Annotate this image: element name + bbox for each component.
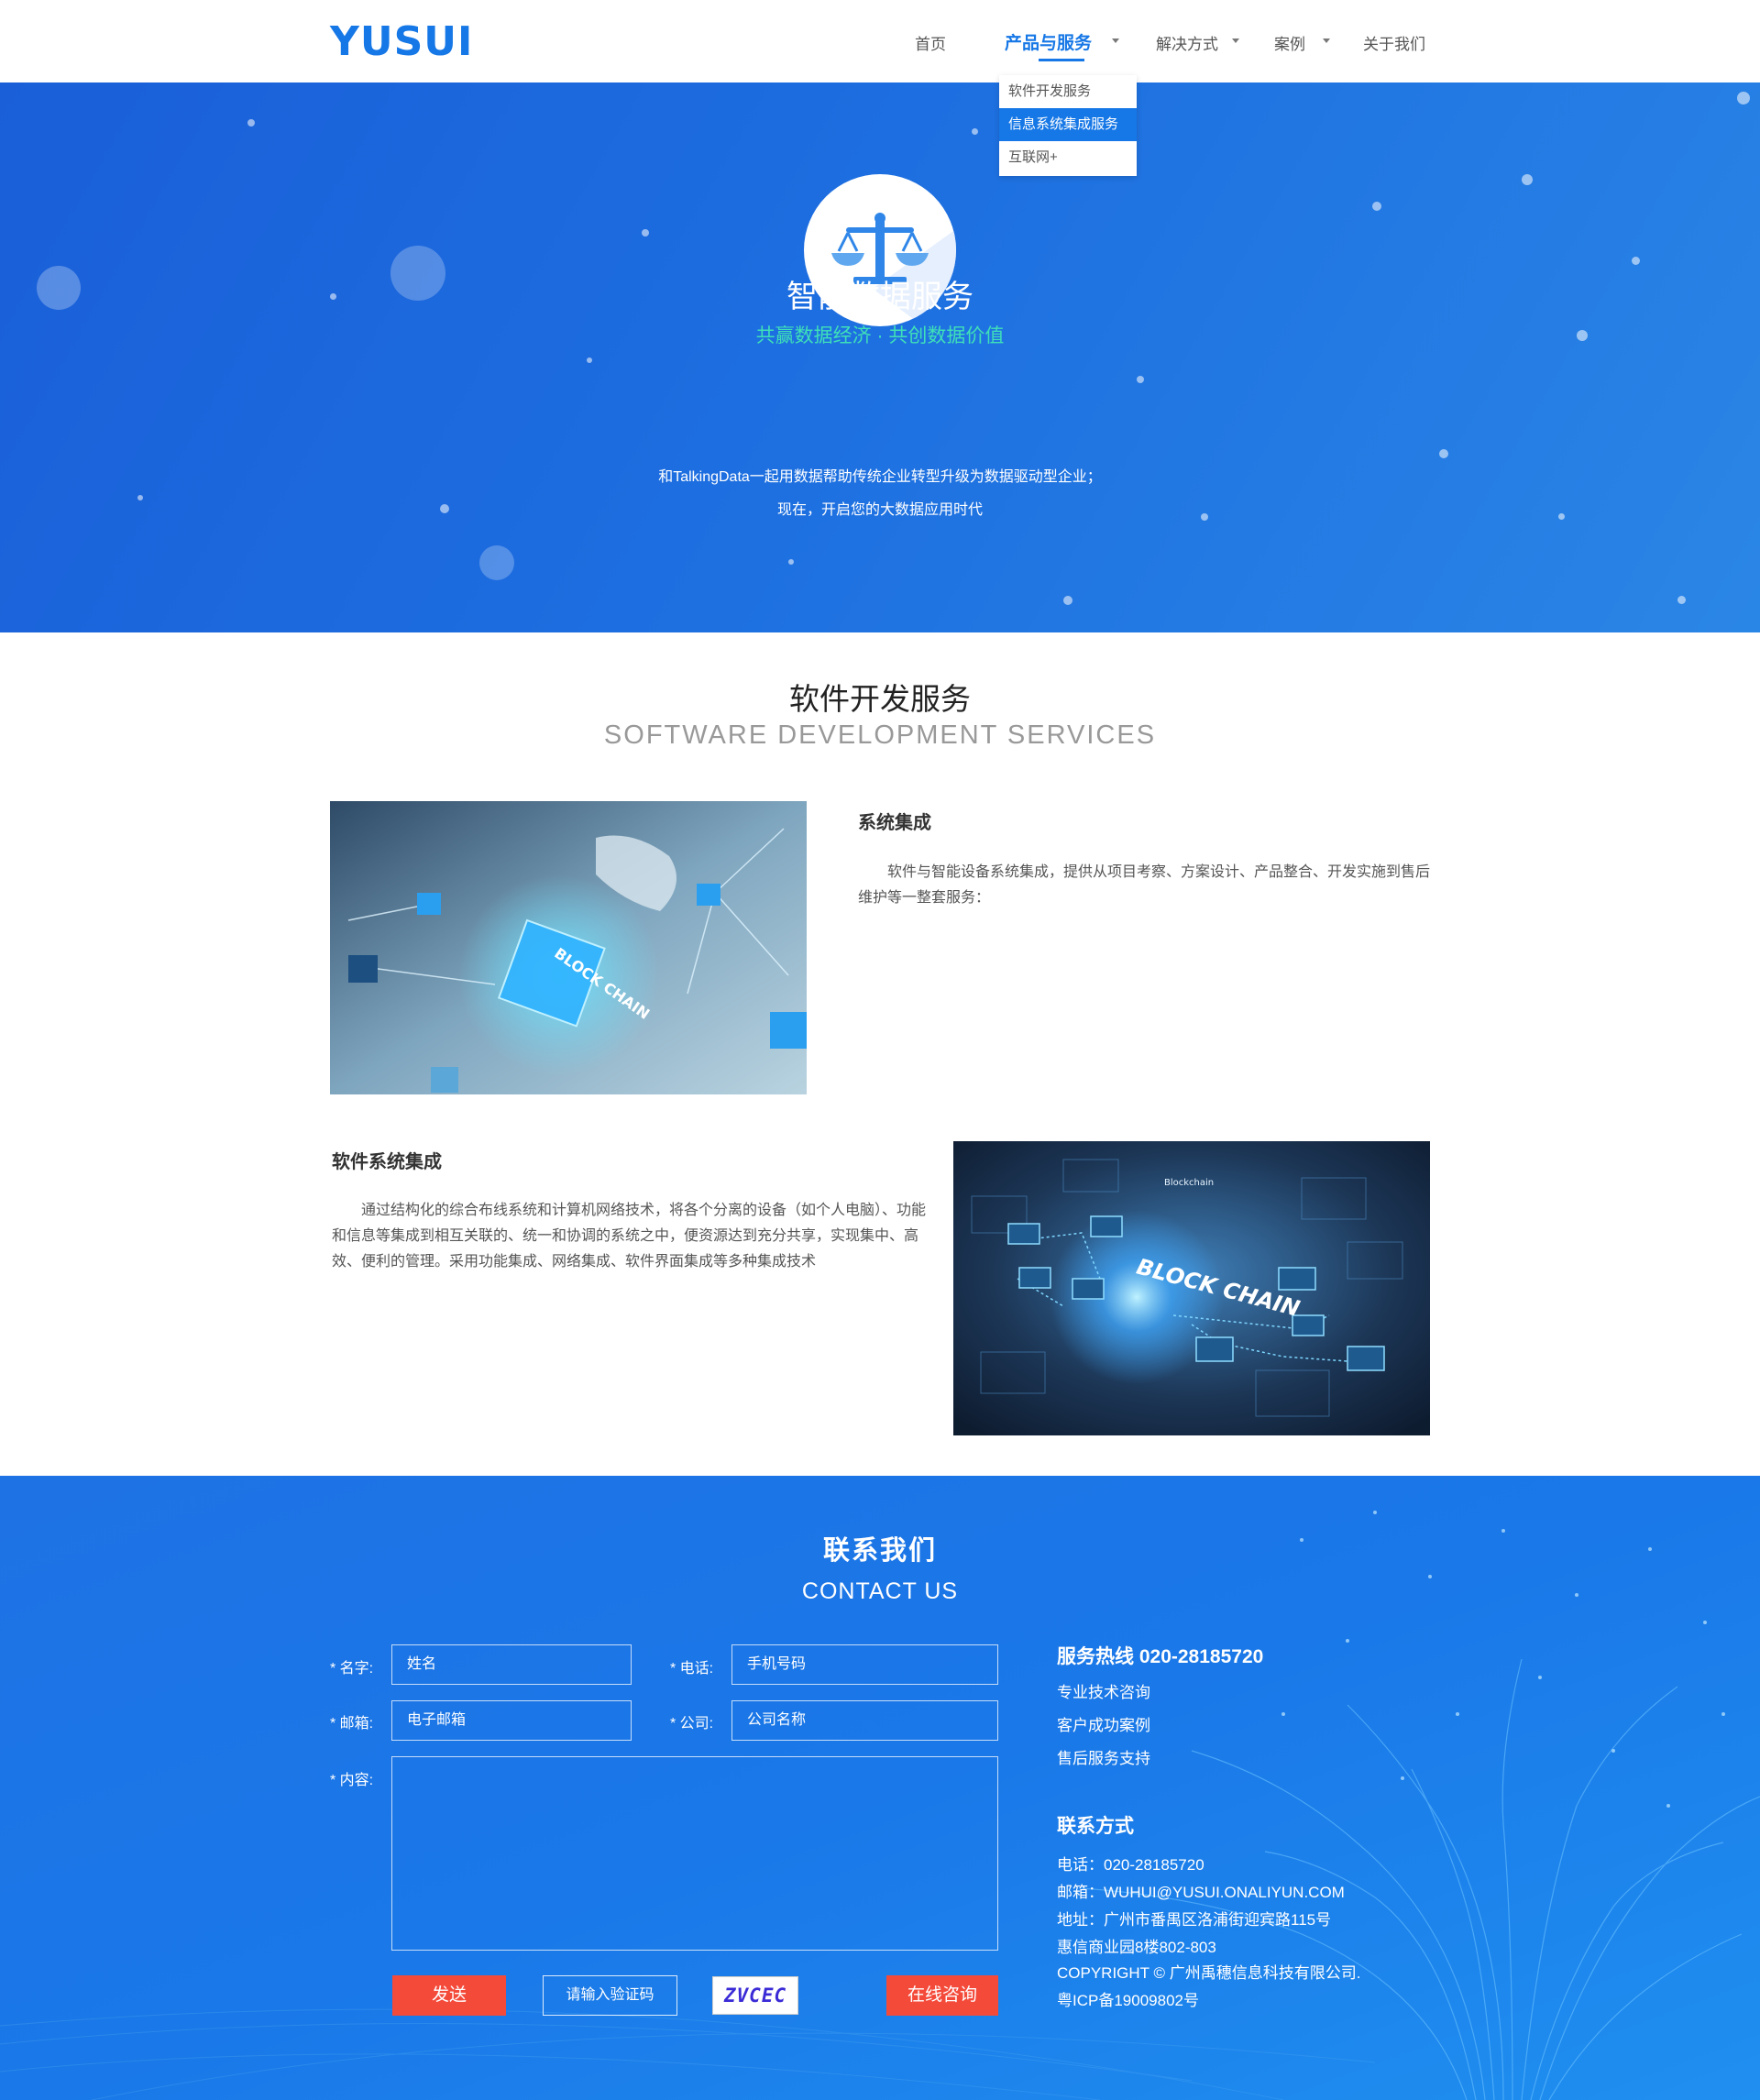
decor-dot: [587, 357, 592, 363]
phone-input[interactable]: [732, 1644, 998, 1685]
decor-dot: [1439, 449, 1448, 458]
contact-title: 联系我们: [822, 1536, 937, 1566]
email-input[interactable]: [391, 1700, 632, 1741]
name-label: * 名字:: [330, 1661, 374, 1677]
dropdown-item-software-dev[interactable]: 软件开发服务: [999, 75, 1137, 108]
blockchain-cube-image: BLOCK CHAIN: [330, 801, 807, 1094]
contact-email: 邮箱：WUHUI@YUSUI.ONALIYUN.COM: [1057, 1884, 1345, 1901]
decor-dot: [972, 128, 978, 135]
dropdown-item-system-integration[interactable]: 信息系统集成服务: [999, 108, 1137, 141]
section-subtitle: SOFTWARE DEVELOPMENT SERVICES: [603, 720, 1157, 750]
logo[interactable]: YUSUI: [330, 18, 473, 65]
chevron-down-icon: [1112, 38, 1119, 43]
contact-address: 地址：广州市番禺区洛浦街迎宾路115号: [1057, 1911, 1332, 1929]
contact-info-title: 联系方式: [1057, 1816, 1134, 1837]
company-label: * 公司:: [670, 1716, 714, 1732]
decor-dot: [642, 229, 649, 236]
decor-dot: [1522, 174, 1533, 185]
email-label: * 邮箱:: [330, 1716, 374, 1732]
phone-label: * 电话:: [670, 1661, 714, 1677]
nav-solutions[interactable]: 解决方式: [1156, 31, 1218, 54]
contact-subtitle: CONTACT US: [801, 1578, 959, 1604]
contact-phone: 电话：020-28185720: [1057, 1856, 1204, 1874]
decor-dot: [248, 119, 255, 126]
captcha-input[interactable]: 请输入验证码: [543, 1975, 677, 2016]
service-item-title: 系统集成: [858, 813, 931, 833]
hero-description-line: 和TalkingData一起用数据帮助传统企业转型升级为数据驱动型企业；: [658, 469, 1102, 485]
hero-subtitle: 共赢数据经济 · 共创数据价值: [755, 325, 1005, 346]
copyright: COPYRIGHT © 广州禹穗信息科技有限公司.: [1057, 1964, 1361, 1982]
hero-description-line: 现在，开启您的大数据应用时代: [776, 502, 983, 518]
site-header: YUSUI 首页 产品与服务 解决方式 案例 关于我们: [0, 0, 1760, 82]
contact-link[interactable]: 客户成功案例: [1057, 1712, 1150, 1735]
dropdown-item-internet-plus[interactable]: 互联网+: [999, 141, 1137, 174]
decor-dot: [1137, 376, 1144, 383]
chevron-down-icon: [1232, 38, 1239, 43]
nav-cases[interactable]: 案例: [1274, 31, 1305, 54]
contact-link[interactable]: 专业技术咨询: [1057, 1679, 1150, 1702]
nav-active-indicator: [1039, 59, 1084, 61]
content-label: * 内容:: [330, 1773, 374, 1788]
hero-banner: [0, 82, 1760, 632]
decor-dot: [1678, 596, 1686, 604]
hero-title: 智能数据服务: [786, 280, 974, 314]
hotline: 服务热线 020-28185720: [1057, 1646, 1264, 1667]
decor-dot: [788, 559, 794, 565]
decor-dot: [1372, 202, 1381, 211]
service-item-text: 通过结构化的综合布线系统和计算机网络技术，将各个分离的设备（如个人电脑）、功能和…: [332, 1203, 927, 1270]
contact-address-line2: 惠信商业园8楼802-803: [1057, 1939, 1216, 1956]
online-consult-button[interactable]: 在线咨询: [886, 1975, 998, 2016]
decor-dot: [1737, 92, 1750, 104]
send-button[interactable]: 发送: [392, 1975, 506, 2016]
nav-about[interactable]: 关于我们: [1363, 31, 1425, 54]
name-input[interactable]: [391, 1644, 632, 1685]
decor-dot: [479, 545, 514, 580]
nav-home[interactable]: 首页: [915, 31, 946, 54]
image-caption: Blockchain: [1164, 1178, 1214, 1188]
section-title: 软件开发服务: [789, 682, 971, 716]
service-item-text: 软件与智能设备系统集成，提供从项目考察、方案设计、产品整合、开发实施到售后维护等…: [858, 864, 1431, 906]
products-dropdown-menu: 软件开发服务 信息系统集成服务 互联网+: [999, 75, 1137, 176]
service-item-title: 软件系统集成: [332, 1152, 442, 1172]
company-input[interactable]: [732, 1700, 998, 1741]
contact-link[interactable]: 售后服务支持: [1057, 1745, 1150, 1768]
blockchain-network-image: Blockchain BLOCK CHAIN: [953, 1141, 1430, 1435]
chevron-down-icon: [1323, 38, 1330, 43]
captcha-image[interactable]: ZVCEC: [712, 1976, 798, 2015]
decor-dot: [1063, 596, 1072, 605]
nav-products[interactable]: 产品与服务: [1005, 29, 1092, 54]
icp-number: 粤ICP备19009802号: [1057, 1992, 1199, 2009]
content-textarea[interactable]: [391, 1756, 998, 1951]
decor-dot: [1632, 257, 1640, 265]
